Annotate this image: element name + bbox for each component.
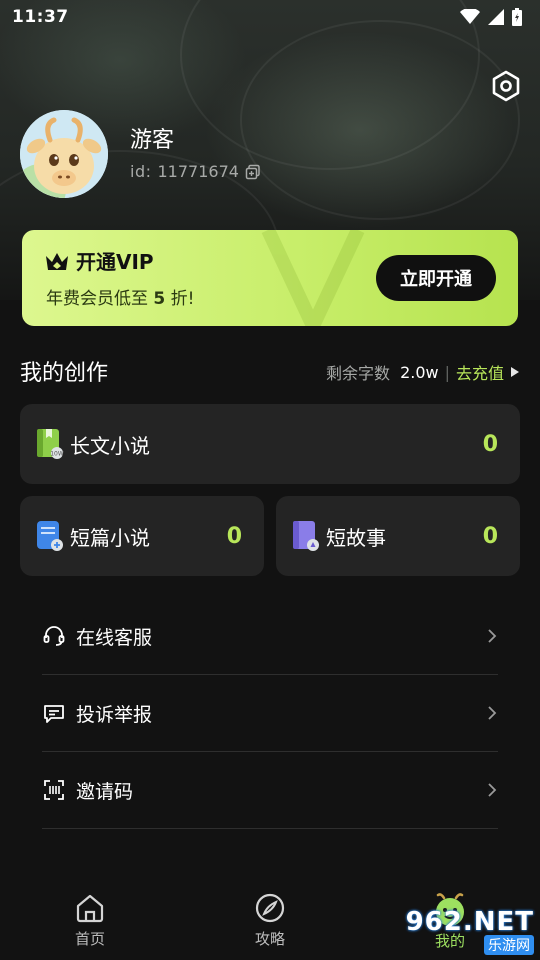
wifi-icon	[460, 9, 480, 24]
status-bar: 11:37	[0, 0, 540, 34]
works-section-title: 我的创作	[20, 361, 109, 386]
vip-title-row: 开通VIP	[44, 246, 154, 275]
card-name: 短篇小说	[70, 525, 150, 550]
nav-guide[interactable]: 攻略	[225, 892, 315, 949]
status-time: 11:37	[12, 7, 69, 27]
card-name: 长文小说	[70, 433, 150, 458]
menu-item-customer-service[interactable]: 在线客服	[42, 598, 498, 675]
short-novel-card[interactable]: 短篇小说 0	[20, 496, 264, 576]
menu-item-label: 投诉举报	[76, 703, 153, 726]
watermark-small-text: 乐游网	[484, 935, 534, 955]
settings-hex-icon	[492, 70, 520, 102]
vip-open-button[interactable]: 立即开通	[376, 255, 496, 301]
vip-subtitle-number: 5	[153, 289, 166, 309]
user-id-value: 11771674	[157, 162, 239, 181]
remaining-words-row: 剩余字数 2.0w | 去充值	[326, 360, 520, 384]
menu-item-label: 在线客服	[76, 626, 153, 649]
user-id-label: id:	[130, 162, 152, 181]
separator: |	[444, 362, 450, 382]
recharge-link[interactable]: 去充值	[456, 360, 504, 384]
bottom-nav: 首页 攻略 我的 962.NET 乐游网	[0, 880, 540, 960]
avatar[interactable]	[20, 110, 108, 198]
nav-home[interactable]: 首页	[45, 892, 135, 949]
vip-subtitle-prefix: 年费会员低至	[46, 289, 148, 309]
remaining-words-value: 2.0w	[400, 362, 439, 382]
watermark-big-text: 962.NET	[405, 907, 534, 937]
menu-item-report[interactable]: 投诉举报	[42, 675, 498, 752]
play-arrow-icon[interactable]	[510, 366, 520, 378]
battery-icon	[512, 8, 522, 26]
card-count: 0	[226, 523, 242, 549]
user-id-row: id: 11771674	[130, 162, 261, 181]
remaining-words-label: 剩余字数	[326, 364, 391, 383]
site-watermark: 962.NET 乐游网	[402, 906, 534, 956]
short-story-card[interactable]: 短故事 0	[276, 496, 520, 576]
goat-avatar-icon	[20, 110, 108, 198]
nav-label: 攻略	[254, 930, 285, 948]
nav-label: 首页	[74, 930, 105, 948]
menu-item-label: 邀请码	[76, 780, 134, 803]
short-story-icon	[293, 521, 319, 551]
vip-subtitle-suffix: 折!	[170, 289, 195, 309]
long-novel-book-icon: 10W	[37, 429, 64, 459]
copy-icon[interactable]	[245, 164, 261, 180]
scan-code-icon	[44, 780, 64, 800]
chevron-right-icon	[488, 783, 497, 797]
signal-icon	[488, 9, 504, 25]
message-icon	[44, 705, 64, 723]
chevron-right-icon	[488, 706, 497, 720]
status-icons	[460, 8, 522, 26]
vip-watermark-icon	[261, 230, 365, 326]
menu-list: 在线客服 投诉举报 邀请码	[42, 598, 498, 829]
card-count: 0	[482, 431, 498, 457]
username: 游客	[130, 128, 175, 153]
card-count: 0	[482, 523, 498, 549]
card-name: 短故事	[326, 525, 386, 550]
settings-button[interactable]	[488, 68, 524, 104]
short-novel-icon	[37, 521, 63, 551]
chevron-right-icon	[488, 629, 497, 643]
long-novel-card[interactable]: 10W 长文小说 0	[20, 404, 520, 484]
crown-icon	[46, 252, 68, 270]
svg-text:10W: 10W	[50, 451, 64, 458]
vip-subtitle: 年费会员低至 5 折!	[46, 284, 194, 309]
menu-item-invite-code[interactable]: 邀请码	[42, 752, 498, 829]
home-icon	[76, 894, 104, 923]
vip-banner[interactable]: 开通VIP 年费会员低至 5 折! 立即开通	[22, 230, 518, 326]
compass-icon	[255, 893, 285, 923]
headset-icon	[43, 626, 65, 646]
vip-title: 开通VIP	[76, 250, 154, 274]
